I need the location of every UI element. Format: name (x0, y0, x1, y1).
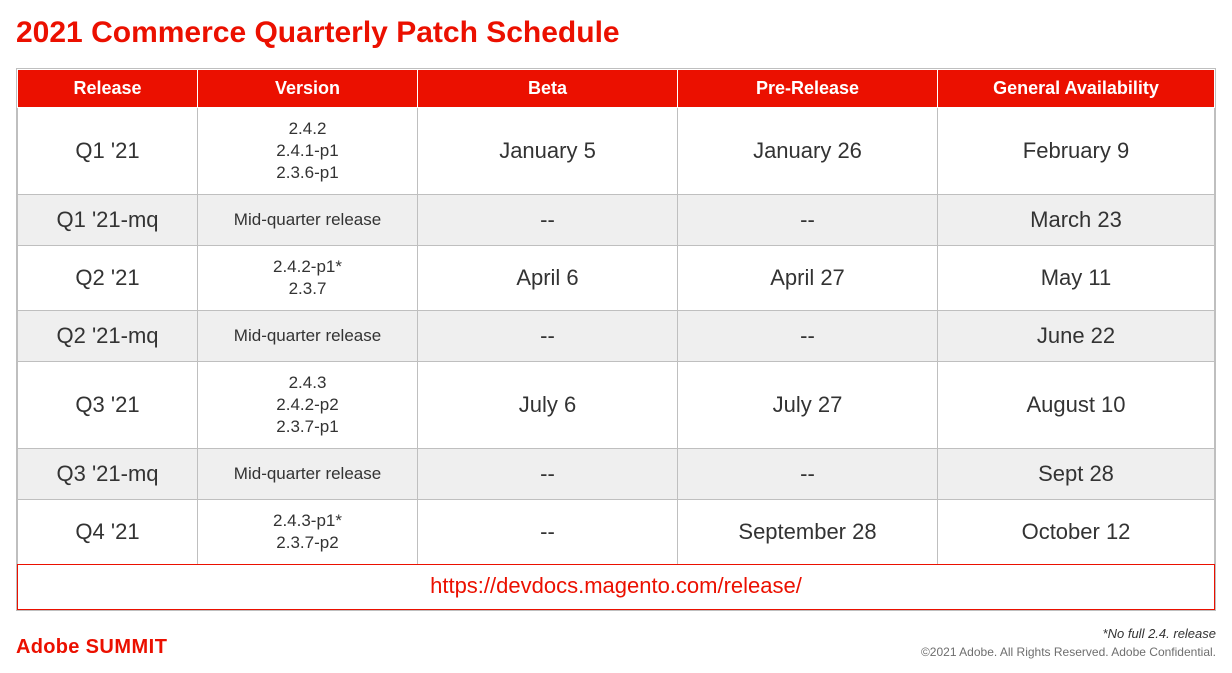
page-title: 2021 Commerce Quarterly Patch Schedule (16, 16, 1216, 50)
table-header-row: Release Version Beta Pre-Release General… (18, 70, 1215, 108)
cell-pre: January 26 (678, 108, 938, 195)
version-line: 2.4.2-p1* (204, 256, 411, 278)
cell-beta: January 5 (418, 108, 678, 195)
cell-pre: September 28 (678, 499, 938, 564)
table-row: Q2 '21-mqMid-quarter release----June 22 (18, 311, 1215, 362)
table-row: Q1 '212.4.22.4.1-p12.3.6-p1January 5Janu… (18, 108, 1215, 195)
cell-ga: June 22 (938, 311, 1215, 362)
version-line: Mid-quarter release (234, 326, 381, 345)
table-row: Q2 '212.4.2-p1*2.3.7April 6April 27May 1… (18, 245, 1215, 310)
footnote: *No full 2.4. release (921, 626, 1216, 641)
col-ga: General Availability (938, 70, 1215, 108)
version-line: 2.3.7-p2 (204, 532, 411, 554)
version-line: Mid-quarter release (234, 210, 381, 229)
cell-beta: April 6 (418, 245, 678, 310)
table-row: Q4 '212.4.3-p1*2.3.7-p2--September 28Oct… (18, 499, 1215, 564)
version-line: 2.3.7 (204, 278, 411, 300)
cell-beta: -- (418, 311, 678, 362)
version-line: 2.4.2 (204, 118, 411, 140)
release-link-row: https://devdocs.magento.com/release/ (17, 564, 1215, 610)
brand-name: Adobe (16, 636, 80, 658)
version-line: 2.4.3 (204, 372, 411, 394)
cell-version: 2.4.32.4.2-p22.3.7-p1 (198, 361, 418, 448)
cell-beta: July 6 (418, 361, 678, 448)
cell-release: Q2 '21-mq (18, 311, 198, 362)
cell-ga: March 23 (938, 195, 1215, 246)
cell-beta: -- (418, 449, 678, 500)
cell-ga: May 11 (938, 245, 1215, 310)
cell-release: Q3 '21-mq (18, 449, 198, 500)
release-link[interactable]: https://devdocs.magento.com/release/ (430, 573, 802, 598)
cell-release: Q1 '21-mq (18, 195, 198, 246)
cell-ga: October 12 (938, 499, 1215, 564)
cell-version: Mid-quarter release (198, 449, 418, 500)
copyright: ©2021 Adobe. All Rights Reserved. Adobe … (921, 645, 1216, 659)
cell-pre: April 27 (678, 245, 938, 310)
cell-release: Q2 '21 (18, 245, 198, 310)
cell-release: Q4 '21 (18, 499, 198, 564)
col-version: Version (198, 70, 418, 108)
cell-release: Q3 '21 (18, 361, 198, 448)
cell-version: Mid-quarter release (198, 195, 418, 246)
table-row: Q1 '21-mqMid-quarter release----March 23 (18, 195, 1215, 246)
version-line: 2.3.6-p1 (204, 162, 411, 184)
cell-pre: -- (678, 449, 938, 500)
cell-ga: Sept 28 (938, 449, 1215, 500)
schedule-table-wrap: Release Version Beta Pre-Release General… (16, 68, 1216, 611)
col-beta: Beta (418, 70, 678, 108)
cell-version: 2.4.2-p1*2.3.7 (198, 245, 418, 310)
version-line: 2.4.1-p1 (204, 140, 411, 162)
cell-beta: -- (418, 499, 678, 564)
col-release: Release (18, 70, 198, 108)
table-row: Q3 '21-mqMid-quarter release----Sept 28 (18, 449, 1215, 500)
version-line: 2.4.3-p1* (204, 510, 411, 532)
cell-ga: August 10 (938, 361, 1215, 448)
cell-pre: -- (678, 311, 938, 362)
brand-event: SUMMIT (86, 636, 168, 658)
brand-logo: Adobe SUMMIT (16, 636, 167, 659)
version-line: Mid-quarter release (234, 464, 381, 483)
col-pre: Pre-Release (678, 70, 938, 108)
cell-pre: July 27 (678, 361, 938, 448)
cell-ga: February 9 (938, 108, 1215, 195)
version-line: 2.4.2-p2 (204, 394, 411, 416)
cell-version: 2.4.22.4.1-p12.3.6-p1 (198, 108, 418, 195)
table-row: Q3 '212.4.32.4.2-p22.3.7-p1July 6July 27… (18, 361, 1215, 448)
cell-version: 2.4.3-p1*2.3.7-p2 (198, 499, 418, 564)
cell-pre: -- (678, 195, 938, 246)
version-line: 2.3.7-p1 (204, 416, 411, 438)
cell-version: Mid-quarter release (198, 311, 418, 362)
cell-release: Q1 '21 (18, 108, 198, 195)
schedule-table: Release Version Beta Pre-Release General… (17, 69, 1215, 565)
cell-beta: -- (418, 195, 678, 246)
